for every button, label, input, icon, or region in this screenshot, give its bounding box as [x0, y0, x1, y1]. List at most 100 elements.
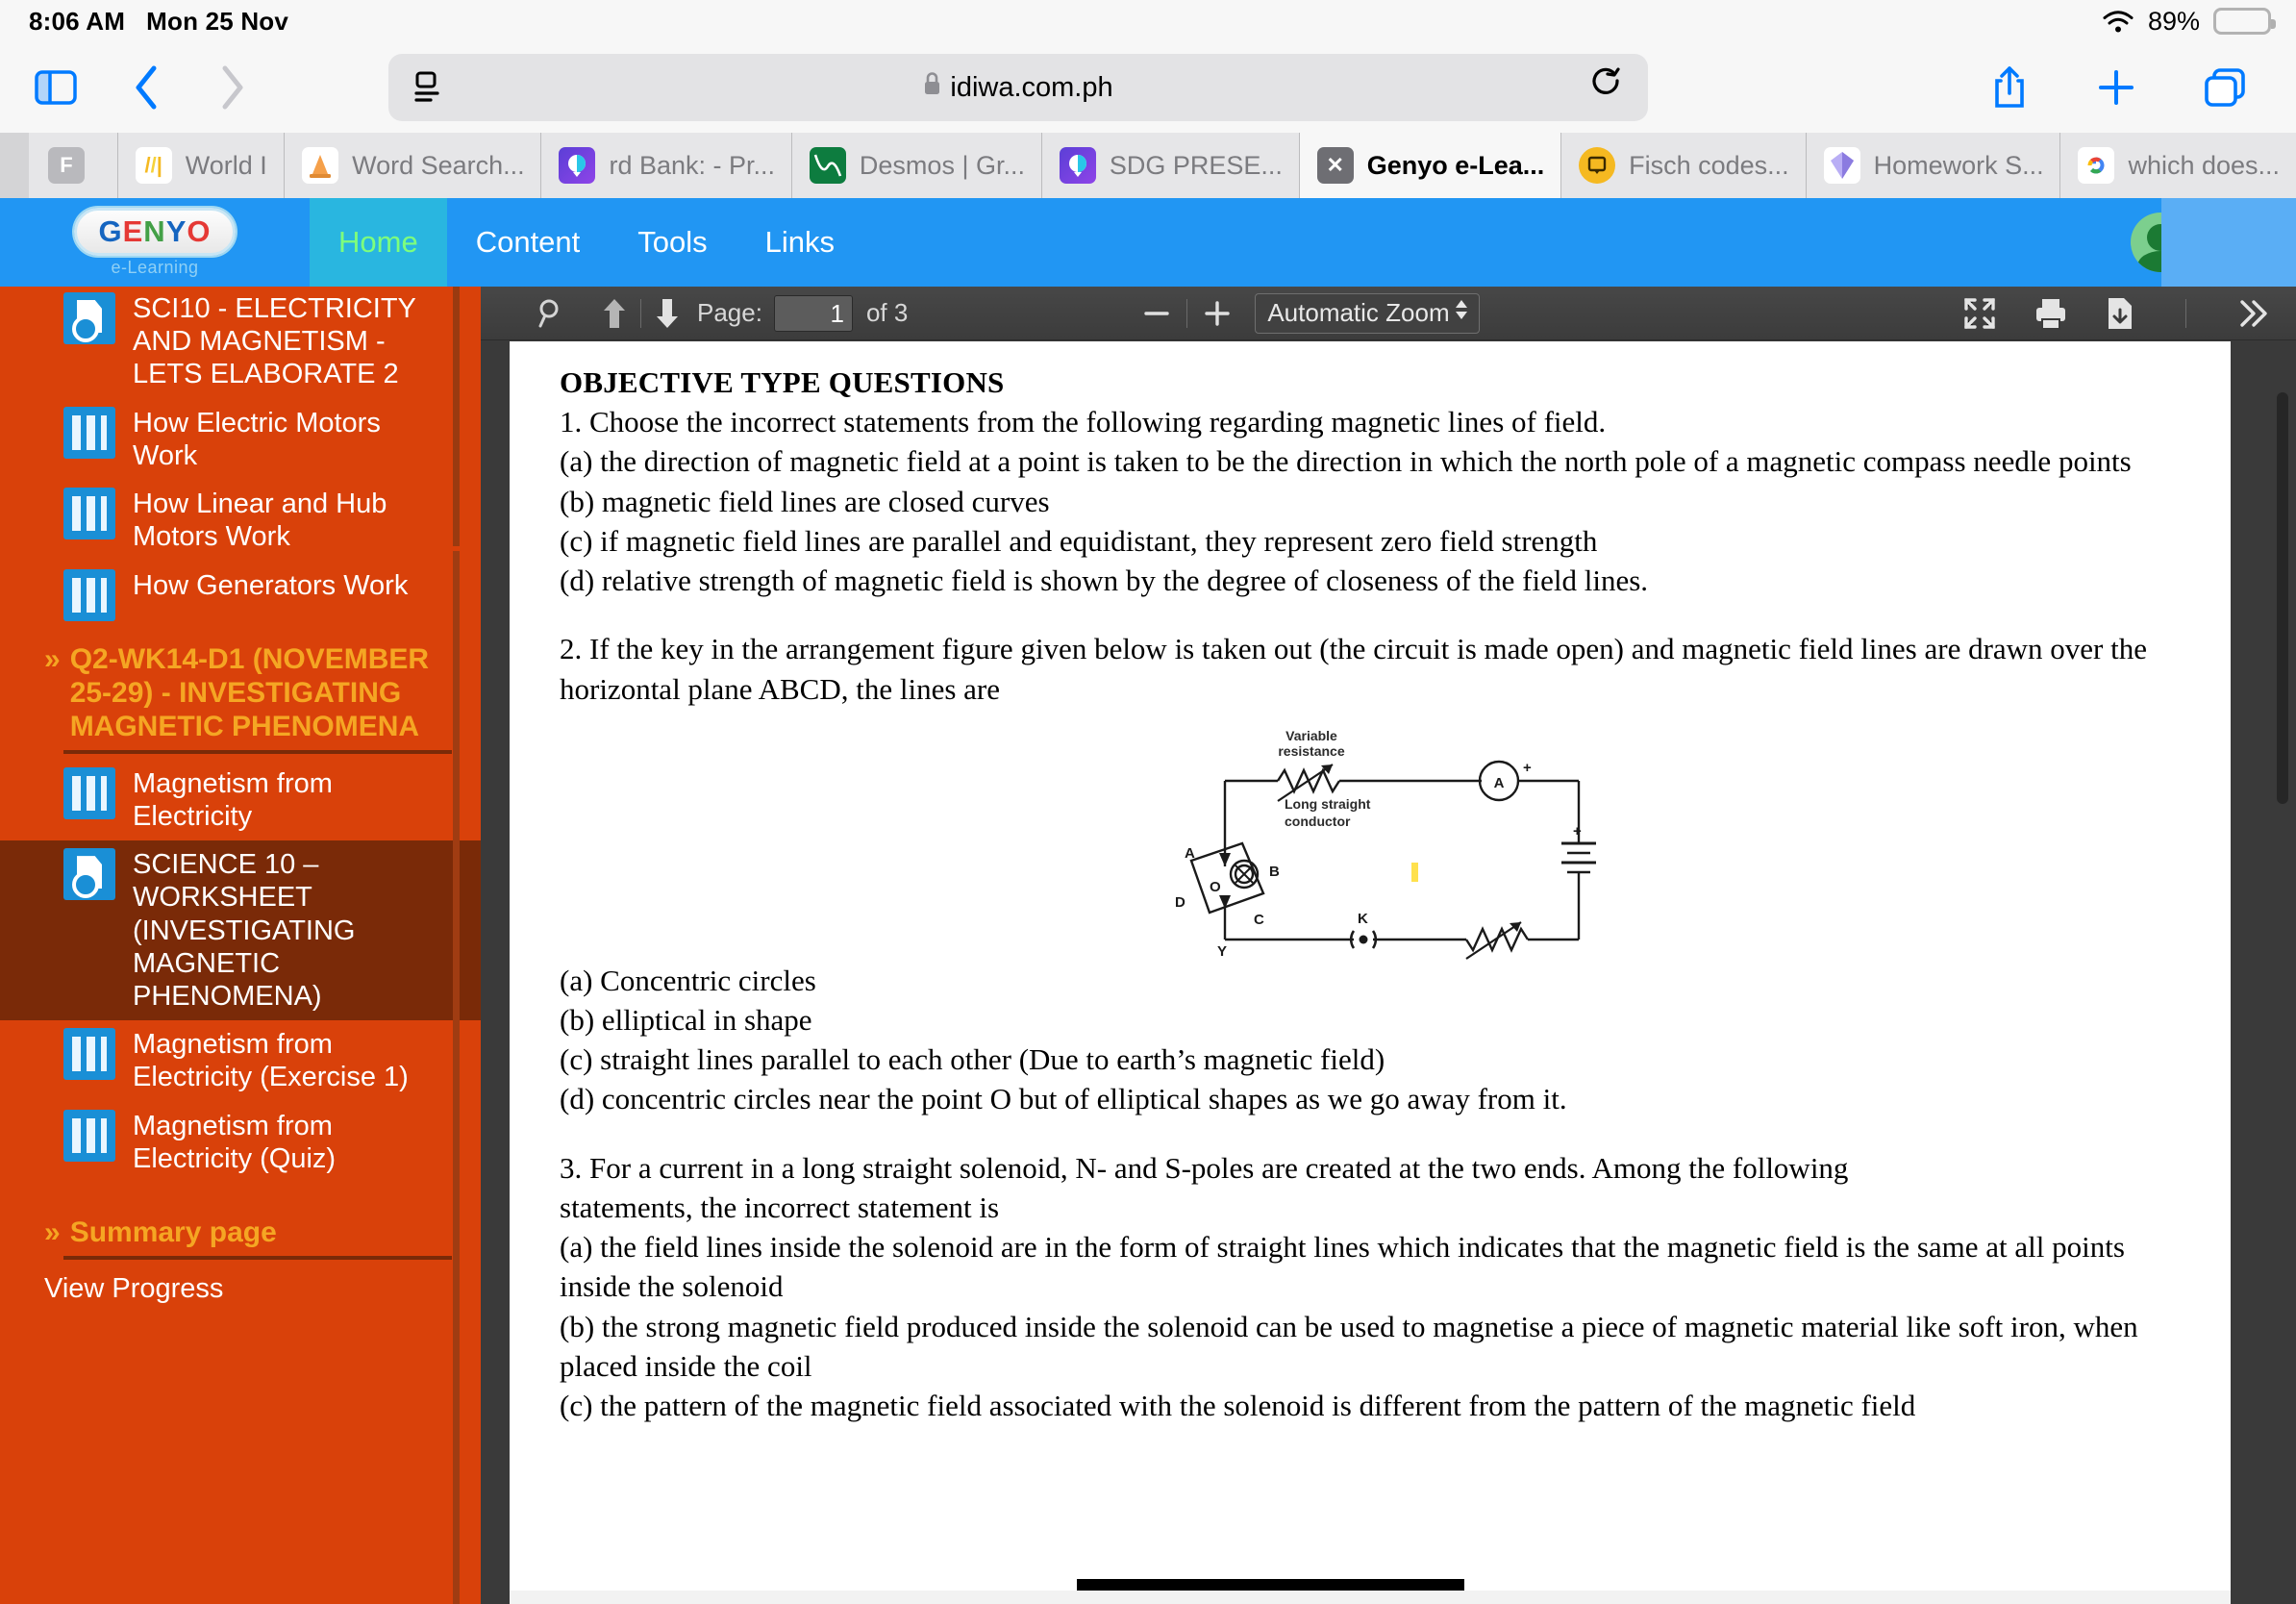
- plus-icon[interactable]: [2096, 67, 2136, 108]
- google-icon: [2078, 147, 2115, 184]
- q3-option-a: (a) the field lines inside the solenoid …: [560, 1230, 2125, 1304]
- terminal-label: Y: [1217, 943, 1227, 960]
- q1-option-b: (b) magnetic field lines are closed curv…: [560, 484, 1050, 518]
- tab-label: which does...: [2128, 150, 2281, 180]
- worksheet-doc-icon: [63, 848, 115, 901]
- figma-jam-icon: [1579, 147, 1616, 184]
- plus-icon[interactable]: [1201, 297, 1234, 330]
- zoom-select[interactable]: Automatic Zoom: [1255, 292, 1480, 334]
- pdf-scrollbar-thumb[interactable]: [2277, 392, 2288, 804]
- sidebar-item-magnetism-from-electricity[interactable]: Magnetism from Electricity: [0, 760, 481, 840]
- sidebar-item-how-electric-motors-work[interactable]: How Electric Motors Work: [0, 399, 481, 480]
- sidebar-section-label: Q2-WK14-D1 (NOVEMBER 25-29) - INVESTIGAT…: [69, 642, 430, 743]
- tab-rd-bank[interactable]: rd Bank: - Pr...: [541, 133, 792, 198]
- sidebar-item-label: Magnetism from Electricity: [133, 767, 333, 832]
- sidebar-item-label: How Generators Work: [133, 569, 409, 601]
- tab-world[interactable]: / / | World I: [117, 133, 286, 198]
- nav-item-home[interactable]: Home: [310, 198, 447, 287]
- tab-which-does[interactable]: which does...: [2060, 133, 2296, 198]
- plane-label-a: A: [1185, 845, 1195, 862]
- pdf-scrollbar[interactable]: [2277, 363, 2288, 1575]
- sidebar-scrollbar[interactable]: [453, 287, 460, 1604]
- quizizz-icon: [1059, 147, 1096, 184]
- nav-item-tools[interactable]: Tools: [609, 198, 736, 287]
- nav-label: Tools: [637, 225, 708, 259]
- sidebar-item-label: SCIENCE 10 – WORKSHEET (INVESTIGATING MA…: [133, 849, 356, 1013]
- plane-label-c: C: [1254, 912, 1264, 928]
- browser-toolbar: idiwa.com.ph: [0, 42, 2296, 133]
- x-icon: ✕: [1316, 147, 1354, 184]
- tab-pinned-f[interactable]: F: [29, 133, 118, 198]
- plane-center-o: O: [1210, 879, 1221, 895]
- conductor-label-line2: conductor: [1285, 814, 1351, 829]
- tab-sdg-prese[interactable]: SDG PRESE...: [1041, 133, 1300, 198]
- sidebar-scrollbar-thumb[interactable]: [453, 287, 460, 546]
- sidebar-scrollbar-thumb-lower[interactable]: [453, 551, 460, 1604]
- chevron-left-icon[interactable]: [133, 64, 160, 111]
- status-bar-left: 8:06 AM Mon 25 Nov: [0, 7, 288, 37]
- download-icon[interactable]: [2105, 296, 2135, 331]
- print-icon[interactable]: [2034, 296, 2068, 331]
- genyo-logo[interactable]: GENYO e-Learning: [0, 207, 310, 278]
- minus-icon[interactable]: [1140, 297, 1173, 330]
- tab-genyo-elearning[interactable]: ✕ Genyo e-Lea...: [1299, 133, 1562, 198]
- page-total-label: of 3: [865, 298, 909, 327]
- zoom-select-value: Automatic Zoom: [1267, 298, 1450, 327]
- nav-item-content[interactable]: Content: [447, 198, 610, 287]
- desmos-icon: [809, 147, 846, 184]
- tab-homework-s[interactable]: Homework S...: [1806, 133, 2061, 198]
- tab-label: Word Search...: [352, 150, 525, 180]
- arrow-up-icon[interactable]: [602, 297, 627, 330]
- sidebar-item-view-progress[interactable]: View Progress: [0, 1266, 481, 1313]
- sidebar-toggle-icon[interactable]: [35, 70, 77, 105]
- tab-label: Genyo e-Lea...: [1366, 150, 1545, 180]
- browser-actions: [1990, 64, 2296, 111]
- sidebar-item-label: How Electric Motors Work: [133, 407, 381, 471]
- document-heading: OBJECTIVE TYPE QUESTIONS: [560, 365, 1005, 399]
- tab-fisch-codes[interactable]: Fisch codes...: [1561, 133, 1807, 198]
- page-number-input[interactable]: 1: [773, 294, 853, 332]
- sidebar-section-summary-page[interactable]: » Summary page: [0, 1183, 481, 1260]
- battery-percentage: 89%: [2147, 6, 2200, 36]
- tabs-overview-icon[interactable]: [2204, 67, 2246, 108]
- status-bar-right: 89%: [2102, 7, 2296, 37]
- double-chevron-right-icon[interactable]: [2236, 297, 2271, 330]
- sidebar-section-title-row: » Q2-WK14-D1 (NOVEMBER 25-29) - INVESTIG…: [44, 642, 452, 744]
- fullscreen-icon[interactable]: [1962, 296, 1997, 331]
- share-icon[interactable]: [1990, 64, 2029, 111]
- sidebar-item-magnetism-exercise-1[interactable]: Magnetism from Electricity (Exercise 1): [0, 1020, 481, 1101]
- tab-word-search[interactable]: Word Search...: [285, 133, 542, 198]
- battery-icon: [2213, 8, 2276, 35]
- sidebar-item-how-linear-and-hub-motors-work[interactable]: How Linear and Hub Motors Work: [0, 480, 481, 561]
- sidebar-item-sci10-lets-elaborate-2[interactable]: SCI10 - ELECTRICITY AND MAGNETISM - LETS…: [0, 292, 481, 399]
- sidebar-item-magnetism-quiz[interactable]: Magnetism from Electricity (Quiz): [0, 1102, 481, 1183]
- lesson-bars-icon: [63, 1028, 115, 1081]
- sidebar-item-label: View Progress: [44, 1272, 224, 1304]
- lesson-bars-icon: [63, 766, 115, 819]
- variable-resistance-label-line1: Variable: [1285, 728, 1337, 743]
- search-icon[interactable]: [537, 297, 565, 330]
- nav-item-links[interactable]: Links: [736, 198, 863, 287]
- course-sidebar: SCI10 - ELECTRICITY AND MAGNETISM - LETS…: [0, 287, 481, 1604]
- key-label: K: [1358, 911, 1368, 927]
- nav-label: Links: [764, 225, 836, 259]
- toolbar-divider: [640, 298, 641, 328]
- tab-desmos[interactable]: Desmos | Gr...: [791, 133, 1042, 198]
- arrow-down-icon[interactable]: [655, 297, 680, 330]
- pdf-viewer: Page: 1 of 3 Automatic Zoom OBJECTIVE TY…: [481, 287, 2296, 1604]
- q1-stem: 1. Choose the incorrect statements from …: [560, 405, 1607, 439]
- sidebar-item-science-10-worksheet[interactable]: SCIENCE 10 – WORKSHEET (INVESTIGATING MA…: [0, 840, 481, 1021]
- q2-option-b: (b) elliptical in shape: [560, 1002, 812, 1037]
- sidebar-section-q2-wk14-d1[interactable]: » Q2-WK14-D1 (NOVEMBER 25-29) - INVESTIG…: [0, 629, 481, 754]
- tab-label: rd Bank: - Pr...: [609, 150, 776, 180]
- sidebar-item-label: Magnetism from Electricity (Quiz): [133, 1110, 337, 1174]
- browser-tab-strip: F / / | World I Word Search... rd Bank: - …: [0, 133, 2296, 198]
- sidebar-section-divider: [63, 749, 452, 754]
- lesson-bars-icon: [63, 568, 115, 621]
- q1-option-a: (a) the direction of magnetic field at a…: [560, 444, 2132, 479]
- sidebar-item-how-generators-work[interactable]: How Generators Work: [0, 562, 481, 629]
- conductor-label-line1: Long straight: [1285, 796, 1371, 812]
- address-bar[interactable]: idiwa.com.ph: [388, 54, 1648, 121]
- sidebar-section-label: Summary page: [69, 1216, 277, 1249]
